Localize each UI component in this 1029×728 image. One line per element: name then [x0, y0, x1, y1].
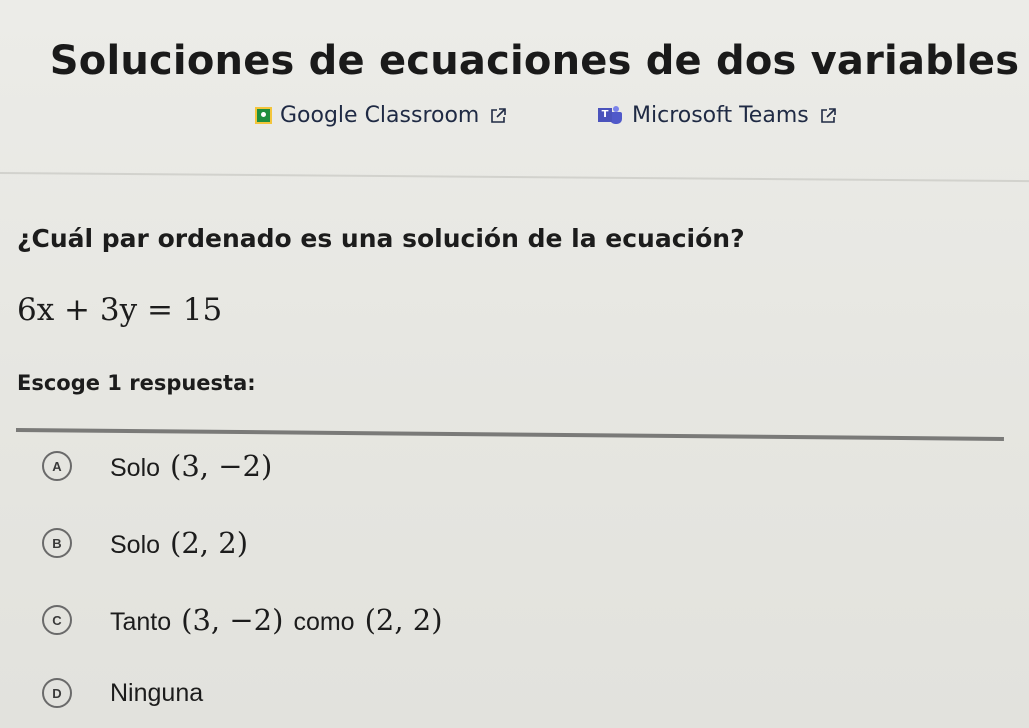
external-link-icon	[491, 107, 507, 123]
option-d-label: Ninguna	[110, 679, 203, 708]
google-classroom-share-link[interactable]: Google Classroom	[255, 103, 507, 128]
answer-option-d[interactable]: D Ninguna	[42, 678, 203, 708]
option-a-text: Solo	[110, 454, 161, 482]
question-text: ¿Cuál par ordenado es una solución de la…	[17, 224, 745, 253]
option-c-label: Tanto (3, −2) como (2, 2)	[110, 603, 443, 637]
option-b-text: Solo	[110, 531, 161, 559]
option-a-label: Solo (3, −2)	[110, 449, 272, 483]
option-b-label: Solo (2, 2)	[110, 526, 248, 560]
equation: 6x + 3y = 15	[17, 292, 222, 328]
answer-option-c[interactable]: C Tanto (3, −2) como (2, 2)	[42, 603, 443, 637]
option-c-text: Tanto	[110, 608, 172, 636]
option-d-text: Ninguna	[110, 678, 204, 707]
option-c-between: como	[293, 608, 355, 636]
header-divider	[0, 172, 1029, 183]
google-classroom-label: Google Classroom	[280, 103, 480, 128]
page-title: Soluciones de ecuaciones de dos variable…	[49, 38, 1020, 84]
answer-prompt: Escoge 1 respuesta:	[17, 371, 256, 395]
option-c-math: (3, −2)	[181, 603, 284, 637]
equation-text: 6x + 3y = 15	[17, 292, 223, 328]
answer-option-a[interactable]: A Solo (3, −2)	[42, 449, 272, 483]
option-letter-c[interactable]: C	[42, 605, 72, 635]
exercise-page: Soluciones de ecuaciones de dos variable…	[0, 0, 1029, 728]
microsoft-teams-share-link[interactable]: T Microsoft Teams	[598, 103, 837, 128]
microsoft-teams-label: Microsoft Teams	[632, 103, 809, 128]
answer-option-b[interactable]: B Solo (2, 2)	[42, 526, 248, 560]
option-letter-a[interactable]: A	[42, 451, 72, 481]
share-row: Google Classroom T Microsoft Teams	[0, 103, 1029, 137]
option-b-math: (2, 2)	[170, 526, 249, 560]
microsoft-teams-icon: T	[598, 105, 624, 126]
option-a-math: (3, −2)	[170, 449, 273, 483]
google-classroom-icon	[255, 107, 272, 124]
external-link-icon	[820, 107, 836, 123]
option-letter-b[interactable]: B	[42, 528, 72, 558]
option-c-math2: (2, 2)	[364, 603, 443, 637]
options-divider	[15, 428, 1004, 441]
option-letter-d[interactable]: D	[42, 678, 72, 708]
